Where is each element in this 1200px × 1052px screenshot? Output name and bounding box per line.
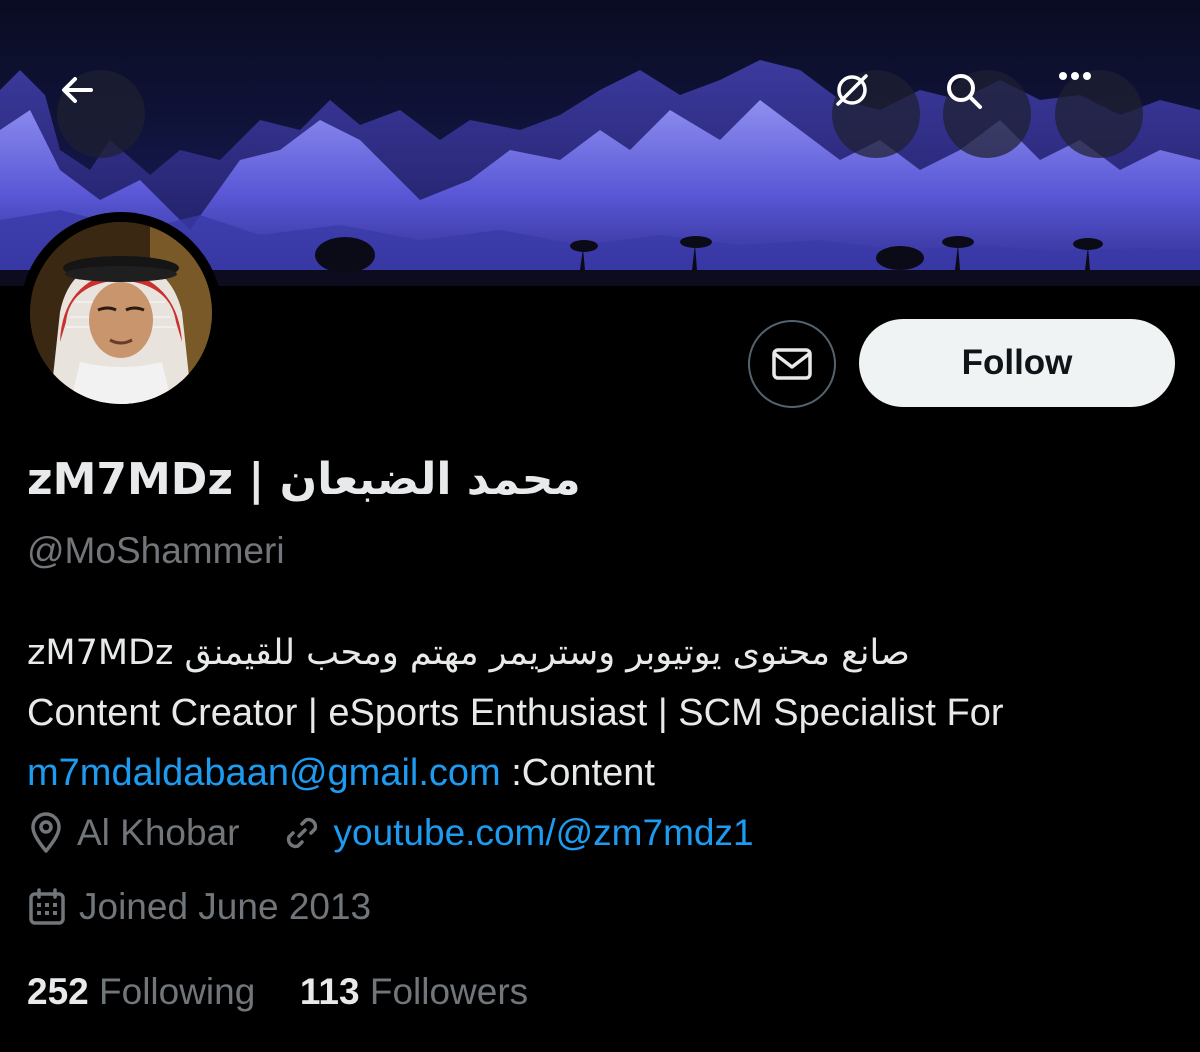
message-button[interactable] (748, 320, 836, 408)
calendar-icon (29, 888, 65, 925)
bio-email-link[interactable]: m7mdaldabaan@gmail.com (27, 752, 501, 794)
location-pin-icon (31, 812, 61, 853)
bio-content-label: :Content (500, 752, 655, 794)
display-name: محمد الضبعان | zM7MDz (27, 454, 581, 505)
joined-item: Joined June 2013 (27, 886, 371, 928)
following-stat[interactable]: 252 Following (27, 971, 255, 1012)
followers-count: 113 (299, 971, 360, 1012)
follow-button[interactable]: Follow (859, 319, 1175, 407)
back-arrow-icon (62, 77, 93, 103)
grok-icon (836, 74, 868, 106)
avatar-image (30, 222, 212, 404)
profile-bio: zM7MDz صانع محتوى يوتيوبر وستريمر مهتم و… (27, 625, 1177, 805)
link-icon (286, 817, 317, 849)
more-icon (1059, 72, 1091, 80)
bio-line-english: Content Creator | eSports Enthusiast | S… (27, 692, 1004, 734)
more-button[interactable] (1055, 70, 1143, 158)
profile-avatar[interactable] (20, 212, 222, 414)
grok-button[interactable] (832, 70, 920, 158)
joined-text: Joined June 2013 (79, 886, 372, 927)
mail-icon (772, 348, 812, 380)
location-item: Al Khobar (27, 812, 240, 854)
website-item[interactable]: youtube.com/@zm7mdz1 (282, 812, 754, 854)
bio-line-arabic: zM7MDz صانع محتوى يوتيوبر وستريمر مهتم و… (27, 633, 910, 673)
username-handle: @MoShammeri (27, 530, 285, 571)
back-button[interactable] (57, 70, 145, 158)
followers-label: Followers (369, 971, 529, 1012)
search-icon (947, 74, 982, 109)
follow-stats: 252 Following 113 Followers (27, 966, 528, 1018)
search-button[interactable] (943, 70, 1031, 158)
location-text: Al Khobar (77, 812, 240, 853)
profile-meta-row: Al Khobar youtube.com/@zm7mdz1 (27, 812, 754, 854)
bio-line-contact: m7mdaldabaan@gmail.com :Content (27, 745, 1177, 805)
website-link[interactable]: youtube.com/@zm7mdz1 (334, 812, 754, 854)
joined-row: Joined June 2013 (27, 886, 371, 928)
following-count: 252 (27, 971, 89, 1012)
followers-stat[interactable]: 113 Followers (300, 971, 528, 1012)
following-label: Following (99, 971, 256, 1012)
